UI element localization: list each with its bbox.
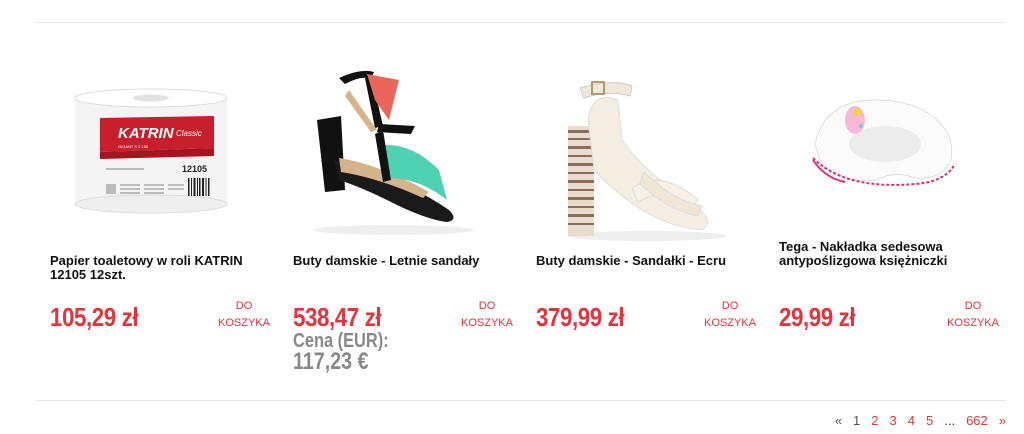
svg-text:12105: 12105 — [182, 164, 207, 174]
add-to-cart-button[interactable]: DO KOSZYKA — [447, 298, 527, 332]
product-title[interactable]: Tega - Nakładka sedesowa antypoślizgowa … — [779, 240, 989, 268]
pagination-page-1[interactable]: 1 — [853, 413, 860, 428]
product-title[interactable]: Buty damskie - Letnie sandały — [293, 254, 503, 268]
pagination-next[interactable]: » — [999, 413, 1006, 428]
eur-price-value: 117,23 € — [293, 348, 369, 375]
add-to-cart-button[interactable]: DO KOSZYKA — [690, 298, 770, 332]
eur-price: Cena (EUR): 117,23 € — [293, 331, 389, 375]
product-image[interactable] — [765, 60, 995, 250]
pagination-ellipsis: ... — [944, 413, 956, 428]
product-card[interactable]: Buty damskie - Sandałki - Ecru 379,99 zł… — [522, 40, 756, 390]
product-card[interactable]: Tega - Nakładka sedesowa antypoślizgowa … — [765, 40, 999, 390]
product-card[interactable]: KATRIN Classic GIGANT S 2 150 12105 Papi… — [36, 40, 270, 390]
product-price: 538,47 zł — [293, 302, 382, 332]
product-title[interactable]: Buty damskie - Sandałki - Ecru — [536, 254, 746, 268]
add-to-cart-button[interactable]: DO KOSZYKA — [204, 298, 284, 332]
product-image[interactable]: KATRIN Classic GIGANT S 2 150 12105 — [36, 60, 266, 250]
product-price: 29,99 zł — [779, 302, 856, 332]
product-title[interactable]: Papier toaletowy w roli KATRIN 12105 12s… — [50, 254, 260, 282]
product-price: 379,99 zł — [536, 302, 625, 332]
add-to-cart-button[interactable]: DO KOSZYKA — [933, 298, 1013, 332]
product-card[interactable]: Buty damskie - Letnie sandały 538,47 zł … — [279, 40, 513, 390]
pagination-page-last[interactable]: 662 — [966, 413, 988, 428]
product-image[interactable] — [522, 60, 752, 250]
pagination-page-5[interactable]: 5 — [926, 413, 933, 428]
svg-text:GIGANT S 2 150: GIGANT S 2 150 — [118, 144, 149, 149]
product-price: 105,29 zł — [50, 302, 139, 332]
top-divider — [36, 22, 1006, 23]
product-image[interactable] — [279, 60, 509, 250]
pagination: « 1 2 3 4 5 ... 662 » — [824, 413, 1006, 428]
pagination-page-4[interactable]: 4 — [908, 413, 915, 428]
bottom-divider — [36, 400, 1006, 401]
pagination-page-2[interactable]: 2 — [871, 413, 878, 428]
katrin-logo-text: KATRIN — [118, 125, 175, 142]
pagination-page-3[interactable]: 3 — [890, 413, 897, 428]
pagination-prev[interactable]: « — [835, 413, 842, 428]
svg-text:Classic: Classic — [176, 129, 202, 138]
